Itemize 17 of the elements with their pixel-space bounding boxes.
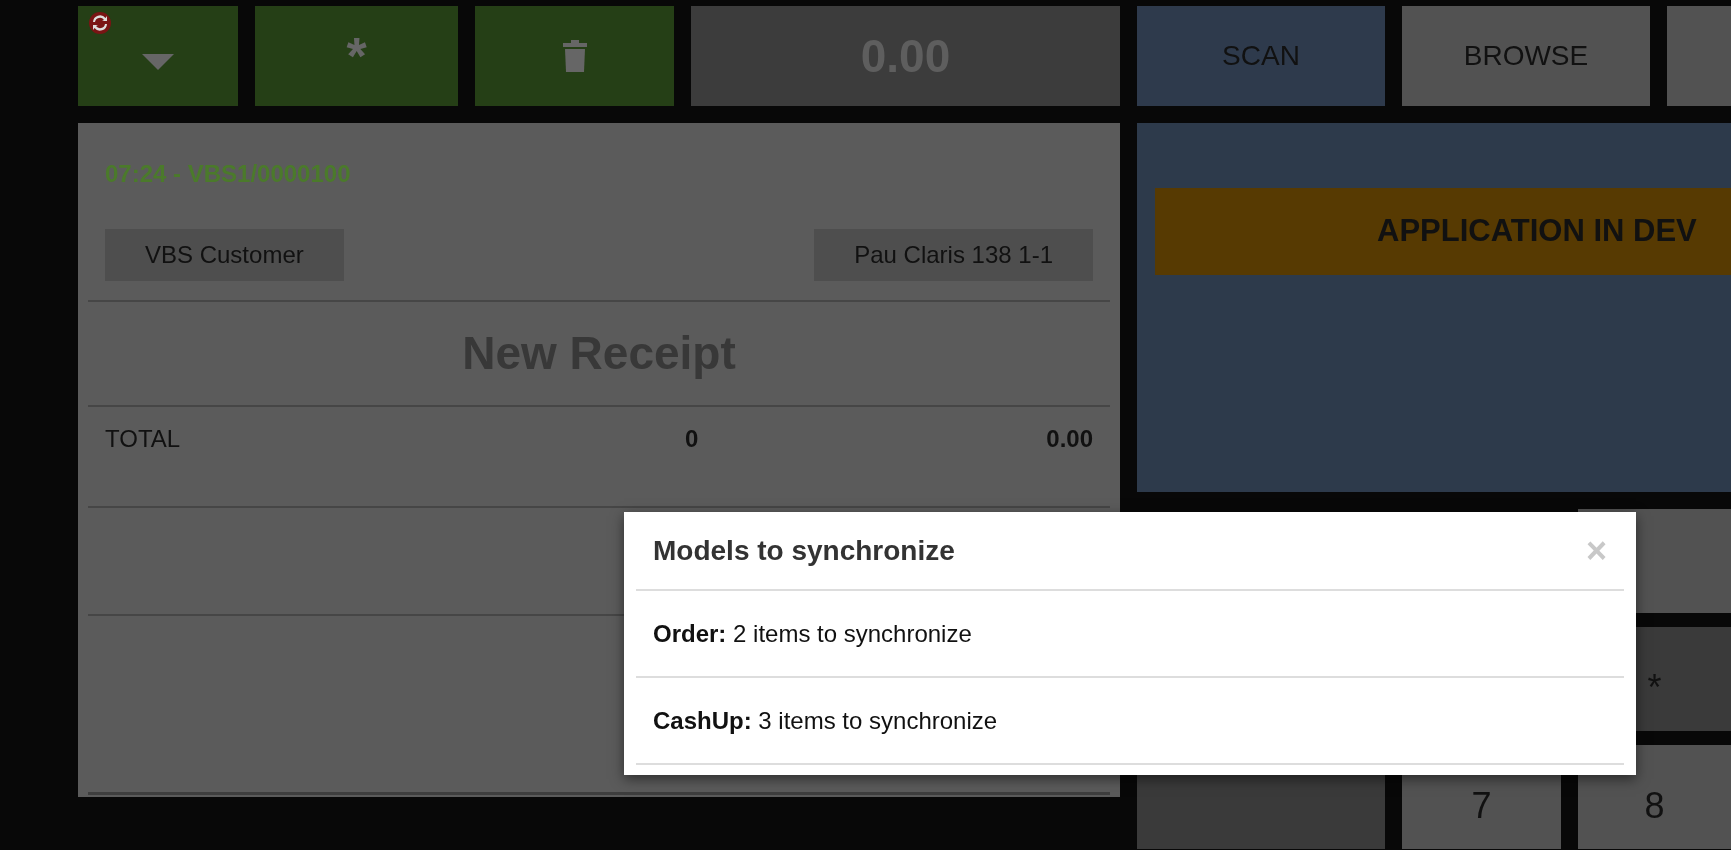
tab[interactable]: SCAN: [1137, 6, 1385, 106]
warning-banner: APPLICATION IN DEV: [1155, 188, 1731, 275]
sync-item-text: CashUp: 3 items to synchronize: [653, 705, 998, 736]
menu-button[interactable]: [78, 6, 238, 106]
trash-icon: [562, 40, 587, 72]
total-label: TOTAL: [105, 424, 182, 454]
dialog-title: Models to synchronize: [653, 533, 955, 568]
close-button[interactable]: ×: [1585, 532, 1607, 569]
total-amount: 0.00: [1046, 424, 1093, 454]
total-quantity: 0: [685, 424, 699, 454]
sync-item-text: Order: 2 items to synchronize: [653, 618, 972, 649]
address-button[interactable]: Pau Claris 138 1-1: [814, 229, 1093, 281]
asterisk-button[interactable]: *: [255, 6, 458, 106]
tab[interactable]: BROWSE: [1402, 6, 1650, 106]
delete-button[interactable]: [475, 6, 674, 106]
customer-button[interactable]: VBS Customer: [105, 229, 344, 281]
caret-icon: [142, 54, 174, 70]
